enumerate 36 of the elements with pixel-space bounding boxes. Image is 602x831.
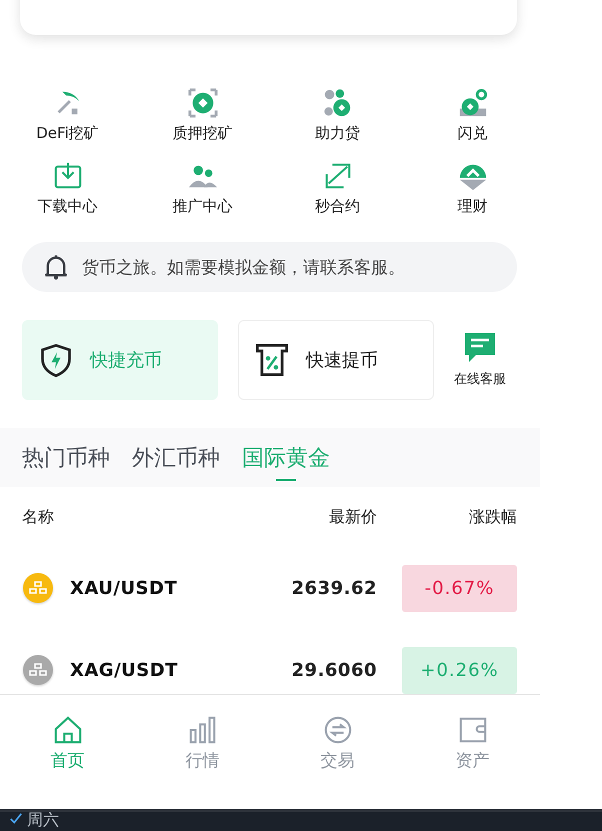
support-label[interactable]: 在线客服	[454, 370, 506, 388]
notice-text: 货币之旅。如需要模拟金额，请联系客服。	[82, 256, 405, 278]
column-header: 最新价	[328, 506, 377, 528]
download-icon[interactable]	[52, 161, 82, 191]
column-header: 涨跌幅	[468, 506, 517, 528]
change-badge: -0.67%	[402, 564, 517, 612]
chart-icon[interactable]	[322, 161, 352, 191]
menu-label[interactable]: 助力贷	[315, 124, 360, 143]
pair-name[interactable]: XAG/USDT	[70, 660, 178, 680]
menu-label[interactable]: 下载中心	[38, 197, 98, 216]
bubbles-icon[interactable]	[322, 88, 352, 118]
coin-frame-icon[interactable]	[188, 88, 218, 118]
pair-name[interactable]: XAU/USDT	[70, 578, 178, 598]
exchange-icon	[322, 715, 352, 745]
menu-label[interactable]: 理财	[458, 197, 488, 216]
coins-stack-icon[interactable]	[458, 88, 488, 118]
market-tab[interactable]: 热门币种	[22, 432, 110, 482]
column-header: 名称	[22, 506, 55, 528]
receipt-icon	[254, 342, 290, 378]
price-value: 29.6060	[290, 660, 377, 680]
price-value: 2639.62	[290, 578, 377, 598]
shield-icon	[38, 342, 74, 378]
change-badge: +0.26%	[402, 646, 517, 694]
bar-chart-icon	[188, 715, 218, 745]
menu-label[interactable]: 秒合约	[315, 197, 360, 216]
action-button[interactable]: 快速提币	[238, 320, 434, 400]
home-icon	[52, 715, 82, 745]
bell-icon	[42, 253, 70, 281]
menu-label[interactable]: 闪兑	[458, 124, 488, 143]
checkmark-icon	[8, 812, 24, 826]
menu-label[interactable]: DeFi挖矿	[36, 124, 99, 143]
menu-label[interactable]: 质押挖矿	[172, 124, 232, 143]
market-tab[interactable]: 外汇币种	[132, 432, 220, 482]
menu-label[interactable]: 推广中心	[172, 197, 232, 216]
wallet-icon	[458, 715, 488, 745]
chat-icon[interactable]	[464, 332, 496, 364]
